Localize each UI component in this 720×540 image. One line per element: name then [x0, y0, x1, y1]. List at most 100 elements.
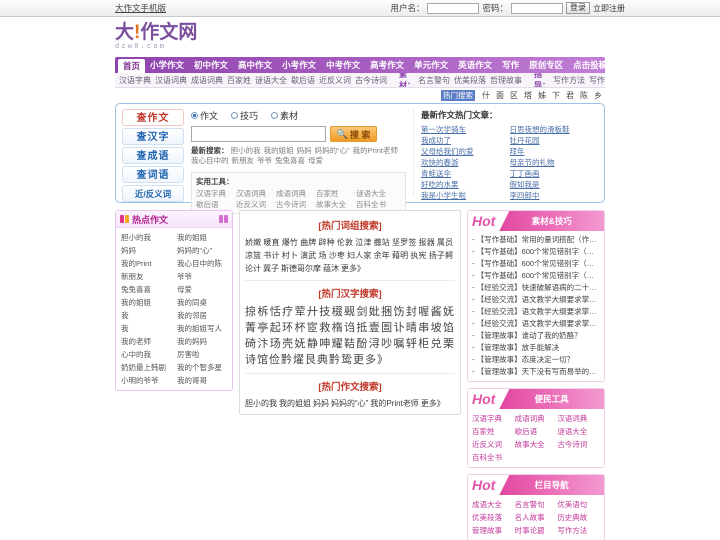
hot-essay-link-0[interactable]: 胆小的我: [118, 231, 174, 244]
right-box-1-link-2[interactable]: 汉语词典: [557, 412, 600, 425]
tool-link-8[interactable]: 故事大全: [316, 199, 356, 210]
right-box-0-link-8[interactable]: - 【管理故事】谁动了我的奶酪？: [472, 330, 600, 342]
search-button[interactable]: 🔍 搜 索: [330, 126, 377, 142]
phrase-link-19[interactable]: 藉明: [392, 251, 408, 260]
char-link-3[interactable]: 疗: [282, 306, 294, 318]
article-link-7[interactable]: 母亲节的礼物: [510, 157, 599, 168]
char-link-20[interactable]: 环: [282, 322, 294, 334]
subnav-material-link-2[interactable]: 哲理故事: [490, 75, 522, 86]
right-box-1-link-0[interactable]: 汉语字典: [472, 412, 515, 425]
char-link-7[interactable]: 棳: [332, 306, 344, 318]
phrase-link-22[interactable]: 论计: [245, 264, 261, 273]
char-link-47[interactable]: 轷: [406, 338, 418, 350]
hot-search-term-6[interactable]: 君: [566, 91, 574, 100]
hot-essay-link-19[interactable]: 厉害啦: [174, 348, 230, 361]
char-link-5[interactable]: 廾: [307, 306, 319, 318]
char-link-30[interactable]: 晴: [406, 322, 418, 334]
hot-search-term-5[interactable]: 下: [552, 91, 560, 100]
right-box-1-link-6[interactable]: 近反义词: [472, 438, 515, 451]
char-link-57[interactable]: 典: [317, 354, 329, 366]
recent-search-0[interactable]: 胆小的我: [231, 146, 261, 155]
char-link-14[interactable]: 喔: [418, 306, 430, 318]
article-link-10[interactable]: 好吃的水果: [421, 179, 510, 190]
tool-link-3[interactable]: 百家姓: [316, 188, 356, 199]
username-input[interactable]: [427, 2, 480, 14]
char-link-44[interactable]: 浔: [369, 338, 381, 350]
char-link-27[interactable]: 壹: [369, 322, 381, 334]
char-link-37[interactable]: 壳: [282, 338, 294, 350]
right-box-2-link-5[interactable]: 历史典故: [557, 511, 600, 524]
phrase-link-14[interactable]: 演武: [300, 251, 316, 260]
char-link-13[interactable]: 封: [406, 306, 418, 318]
article-link-4[interactable]: 父母给我们的爱: [421, 146, 510, 157]
right-box-0-link-2[interactable]: - 【写作基础】600个常见错别字（第1...: [472, 258, 600, 270]
search-tab-3[interactable]: 查词语: [122, 166, 184, 183]
hot-essay-link-2[interactable]: 妈妈: [118, 244, 174, 257]
recent-search-4[interactable]: 我的Print老师: [353, 146, 398, 155]
right-box-0-link-4[interactable]: - 【经验交流】快速破解语病的二十八心法...: [472, 282, 600, 294]
char-link-45[interactable]: 吵: [381, 338, 393, 350]
phrase-link-16[interactable]: 沙枣: [329, 251, 345, 260]
char-link-28[interactable]: 圄: [381, 322, 393, 334]
nav-item-4[interactable]: 小考作文: [277, 57, 321, 73]
subnav-link-6[interactable]: 近反义词: [319, 75, 351, 86]
nav-item-0[interactable]: 首页: [118, 59, 146, 73]
login-button[interactable]: 登录: [566, 2, 590, 14]
hot-search-term-8[interactable]: 乡: [594, 91, 602, 100]
char-link-33[interactable]: 馅: [443, 322, 455, 334]
tool-link-5[interactable]: 歇后语: [196, 199, 236, 210]
char-link-25[interactable]: 诌: [344, 322, 356, 334]
hot-search-term-4[interactable]: 姊: [538, 91, 546, 100]
search-tab-4[interactable]: 近/反义词: [122, 185, 184, 202]
hot-essay-link-9[interactable]: 母爱: [174, 283, 230, 296]
right-box-2-link-6[interactable]: 管理故事: [472, 524, 515, 537]
char-link-2[interactable]: 恬: [270, 306, 282, 318]
char-link-52[interactable]: 馆: [257, 354, 269, 366]
article-link-5[interactable]: 拜年: [510, 146, 599, 157]
right-box-1-link-1[interactable]: 成语词典: [515, 412, 558, 425]
tool-link-6[interactable]: 近反义词: [236, 199, 276, 210]
nav-item-10[interactable]: 原创专区: [524, 57, 568, 73]
char-link-29[interactable]: 讣: [394, 322, 406, 334]
char-link-10[interactable]: 妣: [369, 306, 381, 318]
tool-link-7[interactable]: 古今诗词: [276, 199, 316, 210]
right-box-2-link-7[interactable]: 时事论题: [515, 524, 558, 537]
char-link-60[interactable]: 更多》: [353, 354, 389, 366]
phrase-link-15[interactable]: 场: [319, 251, 327, 260]
hot-essay-link-3[interactable]: 妈妈的“心”: [174, 244, 230, 257]
phrase-link-8[interactable]: 坚罗签: [392, 238, 417, 247]
subnav-material-link-0[interactable]: 名言警句: [418, 75, 450, 86]
essay-search-link-5[interactable]: 更多》: [421, 399, 445, 408]
phrase-link-10[interactable]: 属员: [437, 238, 453, 247]
right-box-2-link-2[interactable]: 优美语句: [557, 498, 600, 511]
right-box-1-link-5[interactable]: 谜语大全: [557, 425, 600, 438]
phrase-link-18[interactable]: 余年: [374, 251, 390, 260]
password-input[interactable]: [511, 2, 563, 14]
hot-essay-link-6[interactable]: 新朋友: [118, 270, 174, 283]
char-link-21[interactable]: 杯: [295, 322, 307, 334]
hot-essay-link-4[interactable]: 我的Print: [118, 257, 174, 270]
hot-search-term-2[interactable]: 区: [510, 91, 518, 100]
char-link-15[interactable]: 酱: [431, 306, 443, 318]
char-link-18[interactable]: 亭: [257, 322, 269, 334]
char-link-48[interactable]: 柜: [418, 338, 430, 350]
char-link-56[interactable]: 艮: [305, 354, 317, 366]
char-link-55[interactable]: 燿: [293, 354, 305, 366]
char-link-0[interactable]: 掠: [245, 306, 257, 318]
right-box-2-link-3[interactable]: 优美段落: [472, 511, 515, 524]
char-link-22[interactable]: 宧: [307, 322, 319, 334]
article-link-1[interactable]: 日思夜想的滑板鞋: [510, 124, 599, 135]
article-link-6[interactable]: 欢快的春游: [421, 157, 510, 168]
char-link-59[interactable]: 鸷: [341, 354, 353, 366]
hot-essay-link-1[interactable]: 我的姐姐: [174, 231, 230, 244]
essay-search-link-2[interactable]: 妈妈: [313, 399, 329, 408]
phrase-link-6[interactable]: 泣津: [355, 238, 371, 247]
tool-link-4[interactable]: 谜语大全: [356, 188, 396, 199]
hot-essay-link-11[interactable]: 我的同桌: [174, 296, 230, 309]
right-box-1-link-4[interactable]: 歇后语: [515, 425, 558, 438]
right-box-1-link-8[interactable]: 古今诗词: [557, 438, 600, 451]
hot-essay-link-21[interactable]: 我的个智多星: [174, 361, 230, 374]
search-tab-0[interactable]: 查作文: [122, 109, 184, 126]
char-link-38[interactable]: 妩: [295, 338, 307, 350]
char-link-36[interactable]: 玚: [270, 338, 282, 350]
